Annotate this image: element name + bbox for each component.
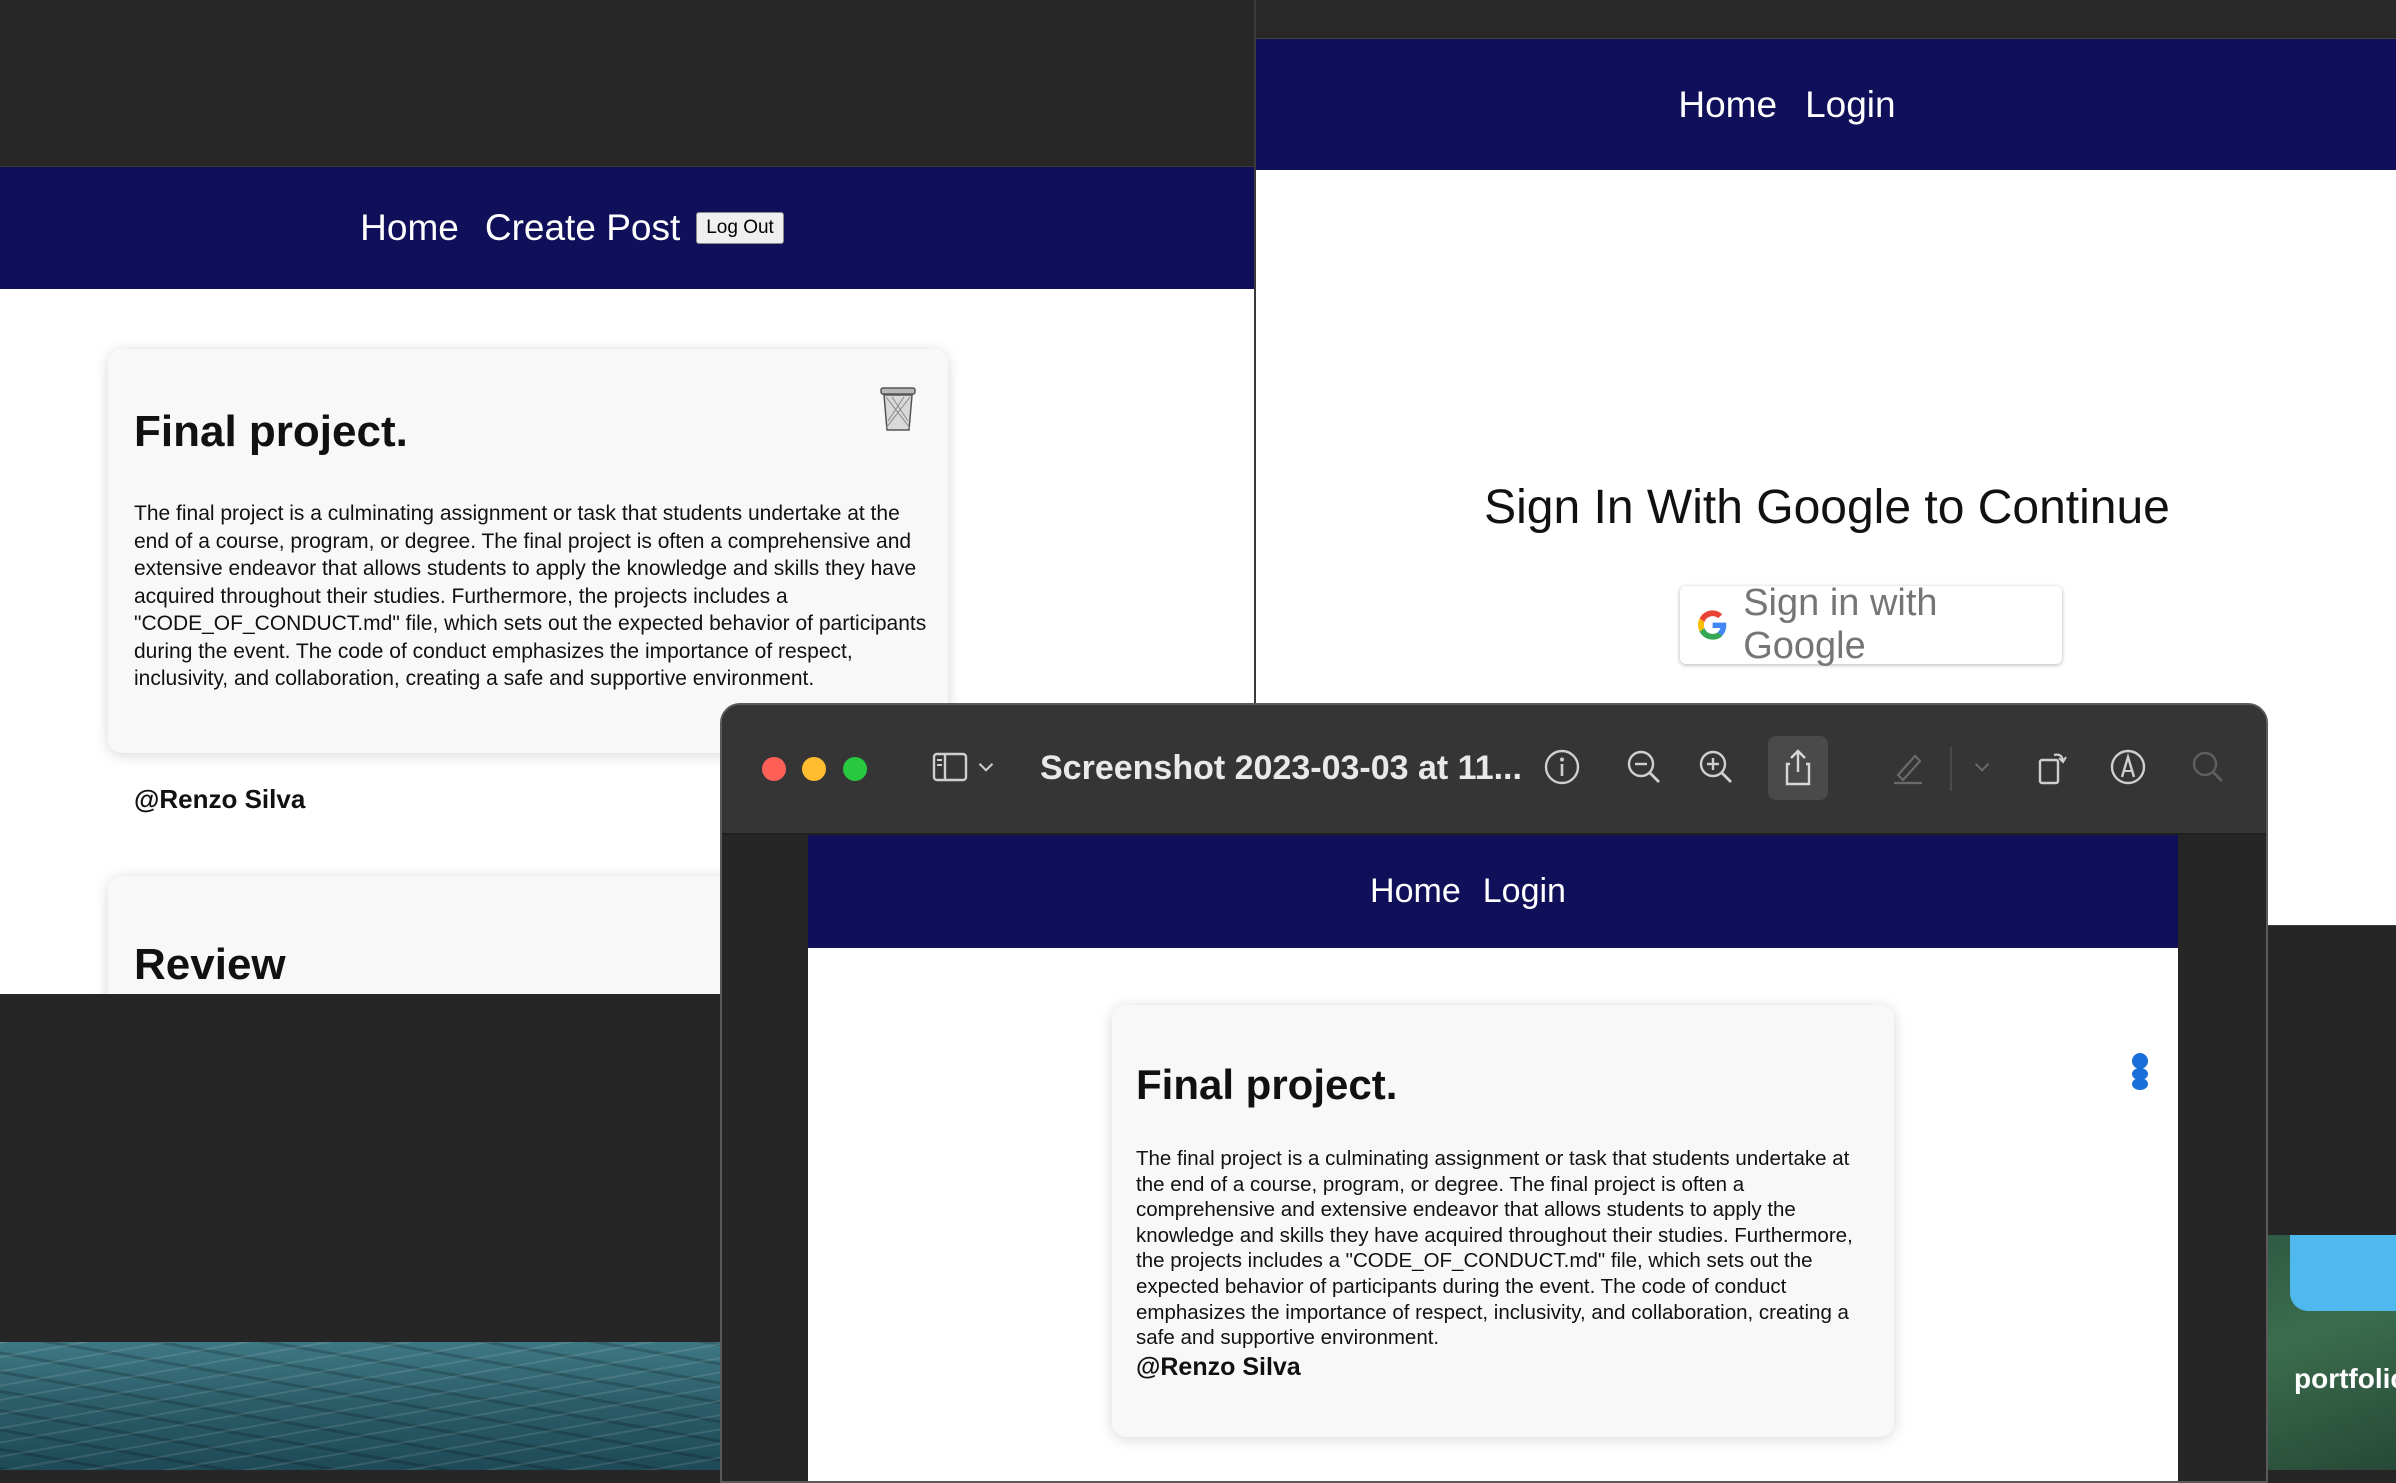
preview-window: Screenshot 2023-03-03 at 11... Home Logi… bbox=[720, 703, 2268, 1483]
share-icon[interactable] bbox=[1768, 736, 1828, 800]
nav-login-link[interactable]: Login bbox=[1805, 84, 1896, 126]
signin-heading: Sign In With Google to Continue bbox=[1484, 481, 2170, 534]
toolbar-divider bbox=[1950, 747, 1952, 791]
nav-home-link[interactable]: Home bbox=[1678, 84, 1777, 126]
right-window-titlebar bbox=[1256, 0, 2396, 39]
trash-icon[interactable] bbox=[878, 385, 918, 433]
desktop-folder-label[interactable]: portfolic bbox=[2294, 1363, 2396, 1395]
post-title: Review bbox=[134, 940, 286, 989]
doc-nav-home-link: Home bbox=[1370, 872, 1461, 910]
highlight-icon bbox=[1884, 743, 1932, 791]
background-window bbox=[2266, 925, 2396, 1236]
chevron-down-icon bbox=[1966, 743, 1998, 791]
google-signin-button[interactable]: Sign in with Google bbox=[1680, 582, 2062, 667]
doc-post-author: @Renzo Silva bbox=[1136, 1353, 1301, 1381]
folder-icon[interactable] bbox=[2290, 1235, 2396, 1311]
doc-post-body: The final project is a culminating assig… bbox=[1136, 1147, 1853, 1350]
nav-create-post-link[interactable]: Create Post bbox=[485, 207, 680, 249]
chevron-down-icon[interactable] bbox=[972, 743, 1000, 791]
post-author: @Renzo Silva bbox=[134, 784, 306, 814]
google-signin-label: Sign in with Google bbox=[1743, 582, 1938, 667]
zoom-out-icon[interactable] bbox=[1620, 743, 1668, 791]
doc-post-title: Final project. bbox=[1136, 1061, 1398, 1108]
markup-icon[interactable] bbox=[2104, 743, 2152, 791]
left-window-titlebar bbox=[0, 0, 1254, 167]
post-card: Final project. The final project is a cu… bbox=[108, 349, 948, 814]
preview-document: Home Login Final project. The final proj… bbox=[808, 835, 2178, 1481]
zoom-in-icon[interactable] bbox=[1692, 743, 1740, 791]
maximize-window-button[interactable] bbox=[843, 757, 867, 781]
google-logo-icon bbox=[1698, 610, 1727, 640]
doc-post-card: Final project. The final project is a cu… bbox=[1112, 1005, 1894, 1437]
left-navbar: Home Create Post Log Out bbox=[0, 167, 1254, 289]
post-body: The final project is a culminating assig… bbox=[134, 502, 927, 690]
search-icon bbox=[2184, 743, 2232, 791]
desktop-wallpaper bbox=[0, 1342, 730, 1470]
minimize-window-button[interactable] bbox=[802, 757, 826, 781]
post-title: Final project. bbox=[134, 407, 408, 456]
info-icon[interactable] bbox=[1538, 743, 1586, 791]
logout-button[interactable]: Log Out bbox=[696, 212, 784, 244]
preview-toolbar: Screenshot 2023-03-03 at 11... bbox=[722, 705, 2266, 835]
sidebar-icon[interactable] bbox=[926, 743, 974, 791]
rotate-icon[interactable] bbox=[2028, 743, 2076, 791]
right-navbar: Home Login bbox=[1256, 39, 2396, 170]
nav-home-link[interactable]: Home bbox=[360, 207, 459, 249]
doc-navbar: Home Login bbox=[808, 835, 2178, 948]
scroll-indicator-icon[interactable] bbox=[2130, 1052, 2150, 1092]
desktop-area: portfolic bbox=[2266, 1235, 2396, 1470]
doc-nav-login-link: Login bbox=[1482, 872, 1566, 910]
close-window-button[interactable] bbox=[762, 757, 786, 781]
preview-title: Screenshot 2023-03-03 at 11... bbox=[1040, 749, 1522, 787]
